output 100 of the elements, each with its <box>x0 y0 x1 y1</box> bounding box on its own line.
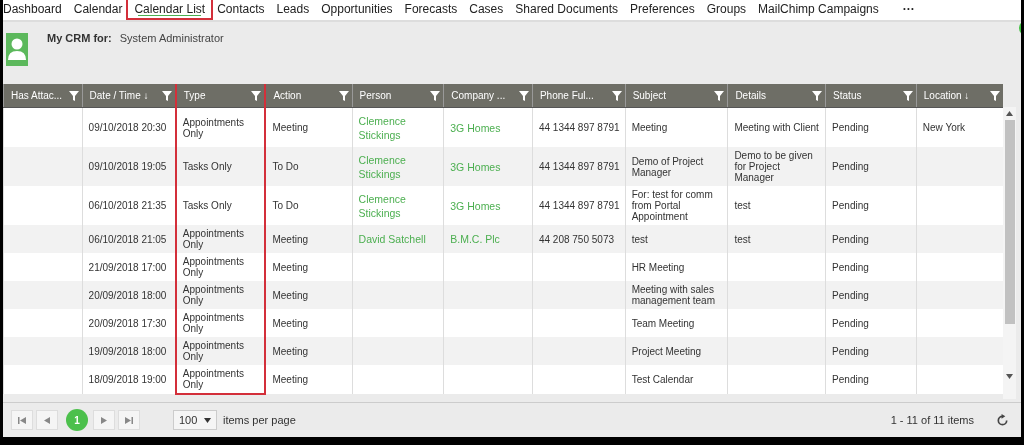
table-cell: 44 208 750 5073 <box>538 233 614 245</box>
table-cell: Meeting <box>272 317 309 329</box>
table-cell: 44 1344 897 8791 <box>538 200 620 211</box>
scroll-down-icon[interactable] <box>1006 374 1013 379</box>
filter-icon[interactable] <box>611 90 622 101</box>
table-cell: Meeting <box>272 374 309 385</box>
table-cell: Pending <box>832 374 869 385</box>
next-page-button[interactable] <box>93 410 115 430</box>
scrollbar-thumb[interactable] <box>1004 120 1015 324</box>
page-size-dropdown[interactable]: 100 <box>173 410 217 430</box>
column-header[interactable]: Phone Ful... <box>532 84 626 108</box>
table-cell: Pending <box>832 289 869 301</box>
nav-tab[interactable]: Cases <box>463 0 510 18</box>
first-page-button[interactable] <box>11 410 33 430</box>
last-page-icon <box>125 416 133 424</box>
table-cell: Meeting <box>272 122 309 133</box>
table-cell: Test Calendar <box>631 374 694 385</box>
table-cell: Pending <box>832 233 869 245</box>
table-cell: Demo of Project Manager <box>631 155 704 178</box>
filter-icon[interactable] <box>161 90 172 101</box>
nav-tab[interactable]: Groups <box>700 0 753 18</box>
table-cell: Pending <box>832 161 869 172</box>
previous-page-button[interactable] <box>36 410 58 430</box>
first-page-icon <box>18 416 26 424</box>
table-cell: Meeting with Client <box>734 122 819 133</box>
column-header[interactable]: Date / Time ↓ <box>82 84 176 108</box>
column-header[interactable]: Type <box>175 84 266 108</box>
table-cell: 21/09/2018 17:00 <box>88 261 167 273</box>
nav-tab[interactable]: Calendar <box>67 0 129 18</box>
next-icon <box>101 416 107 424</box>
table-cell: Pending <box>832 122 869 133</box>
table-cell: 19/09/2018 18:00 <box>88 345 167 357</box>
nav-tab[interactable]: Opportunities <box>315 0 399 18</box>
filter-icon[interactable] <box>251 90 262 101</box>
column-header[interactable]: Company ... <box>443 84 533 108</box>
table-cell: test <box>734 200 751 211</box>
table-cell: test <box>631 233 648 245</box>
table-cell: 18/09/2018 19:00 <box>88 374 167 385</box>
filter-icon[interactable] <box>430 90 441 101</box>
nav-tab[interactable]: Leads <box>270 0 316 18</box>
table-cell: 44 1344 897 8791 <box>538 161 620 172</box>
table-cell: 09/10/2018 19:05 <box>88 161 167 172</box>
more-menu[interactable]: ··· <box>896 0 921 18</box>
table-cell: Appointments Only <box>182 368 244 390</box>
table-cell: Team Meeting <box>631 317 695 329</box>
nav-tab[interactable]: Dashboard <box>3 0 68 18</box>
table-cell: 20/09/2018 17:30 <box>88 317 167 329</box>
table-cell: Meeting <box>272 261 309 273</box>
previous-icon <box>44 416 50 424</box>
user-name: System Administrator <box>119 32 224 44</box>
column-header[interactable]: Action <box>265 84 353 108</box>
last-page-button[interactable] <box>118 410 140 430</box>
table-cell: 06/10/2018 21:05 <box>88 233 167 245</box>
scroll-up-icon[interactable] <box>1006 111 1013 116</box>
column-header[interactable]: Person <box>352 84 444 108</box>
table-cell: Appointments Only <box>182 340 244 362</box>
filter-icon[interactable] <box>902 90 913 101</box>
nav-tab[interactable]: Forecasts <box>398 0 464 18</box>
table-cell: New York <box>922 122 966 133</box>
column-header[interactable]: Has Attac... <box>3 84 83 108</box>
table-cell: test <box>734 233 751 245</box>
table-cell: 06/10/2018 21:35 <box>88 200 167 211</box>
table-cell: Project Meeting <box>631 345 702 357</box>
column-header[interactable]: Details <box>727 84 826 108</box>
table-cell: 20/09/2018 18:00 <box>88 289 167 301</box>
refresh-icon[interactable] <box>996 413 1009 427</box>
nav-tab[interactable]: Shared Documents <box>509 0 624 18</box>
nav-tab[interactable]: Contacts <box>211 0 271 18</box>
table-cell: Pending <box>832 317 869 329</box>
table-cell: To Do <box>272 200 299 211</box>
filter-icon[interactable] <box>714 90 725 101</box>
filter-icon[interactable] <box>68 90 79 101</box>
table-cell: Appointments Only <box>182 312 244 334</box>
table-cell: 44 1344 897 8791 <box>538 122 620 133</box>
table-cell: Meeting with sales management team <box>631 284 715 306</box>
column-header[interactable]: Status <box>825 84 917 108</box>
table-cell: Appointments Only <box>182 284 244 306</box>
table-cell: Meeting <box>631 122 668 133</box>
table-cell: Pending <box>832 345 869 357</box>
column-header[interactable]: Location ↓ <box>916 84 1003 108</box>
crm-label: My CRM for: <box>47 32 112 44</box>
table-cell: 09/10/2018 20:30 <box>88 122 167 133</box>
table-cell: Pending <box>832 261 869 273</box>
table-cell: Appointments Only <box>182 228 244 250</box>
nav-tab[interactable]: Preferences <box>624 0 701 18</box>
table-cell: Pending <box>832 200 869 211</box>
caret-icon <box>204 417 211 423</box>
table-cell: Meeting <box>272 345 309 357</box>
pager-summary: 1 - 11 of 11 items <box>890 414 974 426</box>
table-cell: Appointments Only <box>182 256 244 278</box>
filter-icon[interactable] <box>338 90 349 101</box>
table-cell: Appointments Only <box>182 116 244 139</box>
table-cell: To Do <box>272 161 299 172</box>
column-header[interactable]: Subject <box>625 84 728 108</box>
table-cell: For: test for comm from Portal Appointment <box>631 189 713 222</box>
nav-tab[interactable]: MailChimp Campaigns <box>752 0 885 18</box>
filter-icon[interactable] <box>518 90 529 101</box>
table-cell: Tasks Only <box>182 161 232 172</box>
filter-icon[interactable] <box>990 90 1000 101</box>
filter-icon[interactable] <box>812 90 823 101</box>
